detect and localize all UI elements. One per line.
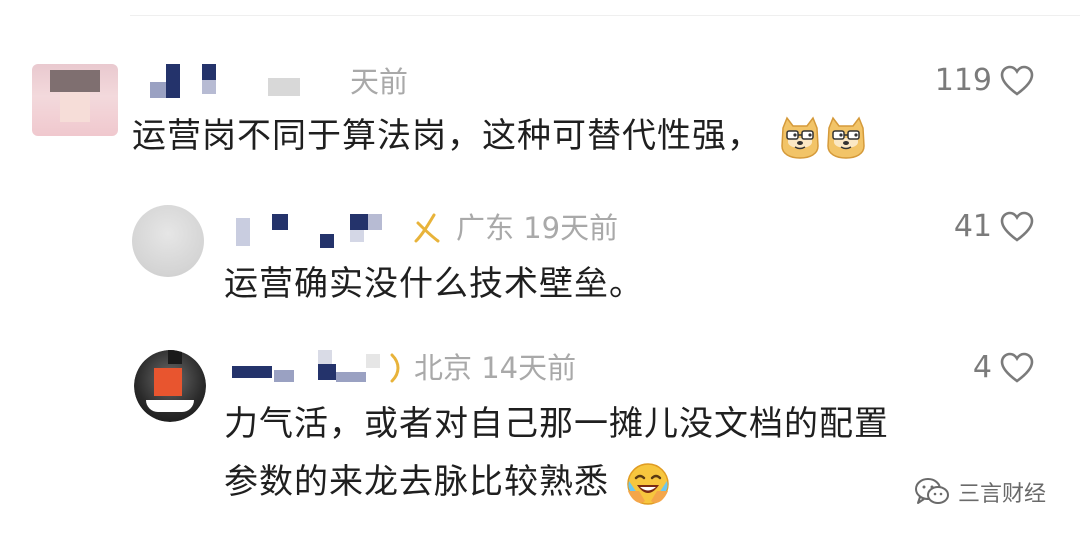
heart-icon[interactable] (1000, 352, 1034, 384)
avatar[interactable] (132, 205, 204, 277)
comment-meta: 广东 19天前 (456, 211, 619, 245)
avatar[interactable] (32, 64, 118, 136)
comment-text: 运营确实没什么技术壁垒。 (224, 264, 644, 304)
laughing-crying-icon (627, 462, 669, 505)
like-count: 4 (972, 350, 992, 385)
heart-icon[interactable] (1000, 211, 1034, 243)
comment-meta: 北京 14天前 (414, 351, 577, 385)
author-badge-icon (414, 213, 440, 243)
watermark-label: 三言财经 (957, 482, 1046, 507)
comment-body: 运营岗不同于算法岗，这种可替代性强， (132, 116, 762, 156)
comment-text: 运营岗不同于算法岗，这种可替代性强， (132, 112, 868, 160)
like-count: 41 (953, 209, 992, 244)
like-count: 119 (934, 63, 992, 98)
wechat-icon (914, 478, 949, 504)
comment-text-line-1: 力气活，或者对自己那一摊儿没文档的配置 (224, 404, 889, 444)
like-control[interactable]: 119 (935, 61, 1034, 101)
watermark: 三言财经 (914, 476, 1046, 508)
comment-text-line-2: 参数的来龙去脉比较熟悉 (224, 458, 671, 507)
like-control[interactable]: 4 (973, 348, 1034, 388)
avatar[interactable] (134, 350, 206, 422)
like-control[interactable]: 41 (954, 207, 1034, 247)
username-blurred[interactable] (232, 208, 412, 248)
comment-meta: 天前 (350, 65, 409, 99)
doge-glasses-icon (827, 115, 865, 159)
author-badge-icon (390, 353, 400, 383)
comment-body: 参数的来龙去脉比较熟悉 (224, 462, 609, 502)
username-blurred[interactable] (230, 348, 400, 388)
comment-thread: 天前 119 运营岗不同于算法岗，这种可替代性强， 广东 19天前 41 运营确… (0, 0, 1080, 543)
heart-icon[interactable] (1000, 65, 1034, 97)
username-blurred[interactable] (150, 62, 350, 102)
doge-glasses-icon (781, 115, 819, 159)
divider (130, 15, 1080, 16)
